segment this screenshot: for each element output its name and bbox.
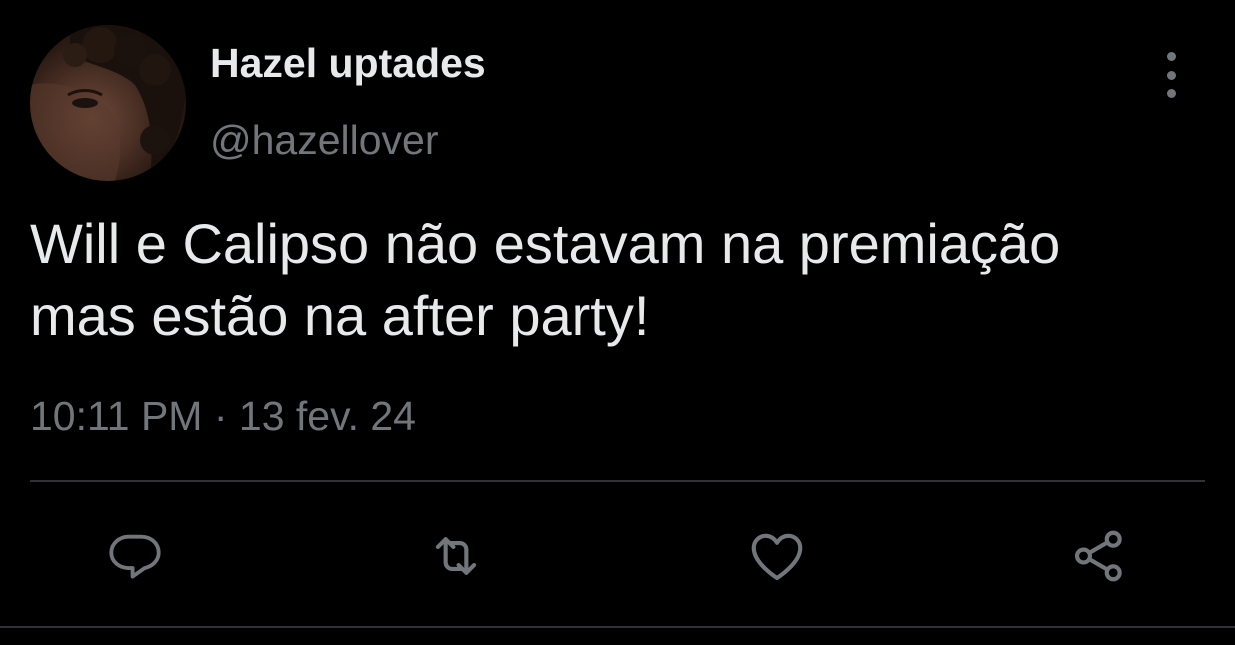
- tweet-timestamp[interactable]: 10:11 PM · 13 fev. 24: [30, 393, 416, 440]
- tweet: Hazel uptades @hazellover Will e Calipso…: [0, 0, 1235, 645]
- like-button[interactable]: [745, 524, 809, 588]
- retweet-icon: [435, 537, 477, 575]
- tweet-text-line-1: Will e Calipso não estavam na premiação: [30, 212, 1061, 275]
- display-name[interactable]: Hazel uptades: [210, 40, 486, 87]
- retweet-button[interactable]: [424, 524, 488, 588]
- dot: [1166, 52, 1176, 61]
- dot: [1166, 89, 1176, 98]
- share-icon: [1074, 530, 1122, 582]
- dot: [1166, 70, 1176, 80]
- reply-icon: [109, 534, 161, 579]
- heart-icon: [751, 533, 803, 581]
- tweet-time: 10:11 PM: [30, 393, 203, 439]
- tweet-text: Will e Calipso não estavam na premiação …: [30, 208, 1210, 352]
- avatar[interactable]: [30, 25, 186, 181]
- reply-button[interactable]: [103, 524, 167, 588]
- meta-separator: ·: [213, 393, 228, 439]
- share-button[interactable]: [1067, 524, 1131, 588]
- bottom-divider: [0, 626, 1235, 628]
- divider: [30, 480, 1205, 482]
- username-handle[interactable]: @hazellover: [210, 117, 439, 164]
- tweet-date: 13 fev. 24: [238, 393, 416, 439]
- tweet-text-line-2: mas estão na after party!: [30, 284, 650, 347]
- more-options-icon[interactable]: [1154, 52, 1188, 98]
